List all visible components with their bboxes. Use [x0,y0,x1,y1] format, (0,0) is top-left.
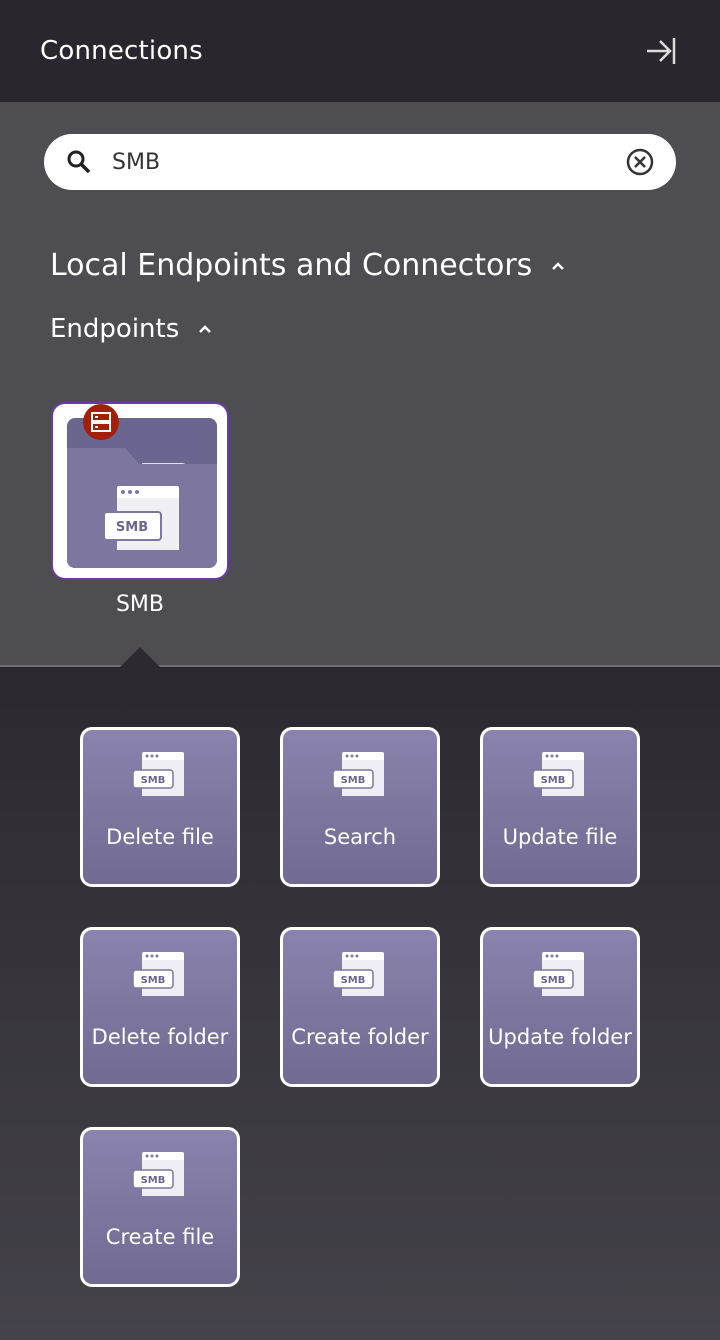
smb-activity-icon: SMB [132,952,184,996]
activity-update-file[interactable]: SMB Update file [480,727,640,887]
search-box[interactable] [44,134,676,190]
smb-folder-icon: SMB [67,418,217,568]
activity-delete-folder[interactable]: SMB Delete folder [80,927,240,1087]
activity-create-folder[interactable]: SMB Create folder [280,927,440,1087]
endpoint-tile-smb[interactable]: SMB [51,402,229,580]
selection-pointer [120,647,160,667]
section-local-endpoints-toggle[interactable]: Local Endpoints and Connectors [50,248,566,283]
svg-text:SMB: SMB [341,775,366,786]
activity-search[interactable]: SMB Search [280,727,440,887]
search-icon [67,150,91,174]
smb-activity-icon: SMB [132,752,184,796]
server-icon [83,404,119,440]
activity-label: Update folder [488,1024,632,1049]
clear-circle-icon[interactable] [626,148,654,176]
connections-panel: Local Endpoints and Connectors Endpoints… [0,102,720,667]
page-title: Connections [40,36,203,66]
section-endpoints-toggle[interactable]: Endpoints [50,314,213,344]
activity-label: Delete folder [91,1024,229,1049]
smb-activity-icon: SMB [132,1152,184,1196]
search-input[interactable] [112,149,626,175]
smb-icon-text: SMB [116,520,148,535]
activity-create-file[interactable]: SMB Create file [80,1127,240,1287]
header: Connections [0,0,720,102]
chevron-up-icon [199,325,212,333]
chevron-up-icon [552,261,565,270]
section-title: Local Endpoints and Connectors [50,248,533,283]
activity-label: Update file [502,824,618,849]
collapse-panel-button[interactable] [644,34,678,68]
svg-text:SMB: SMB [541,975,566,986]
smb-activity-icon: SMB [532,752,584,796]
activity-label: Search [323,824,397,849]
section-title: Endpoints [50,314,180,344]
activity-update-folder[interactable]: SMB Update folder [480,927,640,1087]
collapse-right-icon [647,38,676,64]
svg-text:SMB: SMB [341,975,366,986]
activity-label: Create folder [291,1024,429,1049]
svg-text:SMB: SMB [141,775,166,786]
activity-label: Delete file [106,824,214,849]
svg-text:SMB: SMB [141,1175,166,1186]
smb-activity-icon: SMB [532,952,584,996]
svg-text:SMB: SMB [541,775,566,786]
activity-label: Create file [105,1224,215,1249]
smb-activity-icon: SMB [332,952,384,996]
endpoint-label: SMB [115,592,165,617]
svg-text:SMB: SMB [141,975,166,986]
activity-delete-file[interactable]: SMB Delete file [80,727,240,887]
activities-panel: SMB Delete file SMB Search SMB Update file SMB… [0,667,720,1340]
smb-activity-icon: SMB [332,752,384,796]
